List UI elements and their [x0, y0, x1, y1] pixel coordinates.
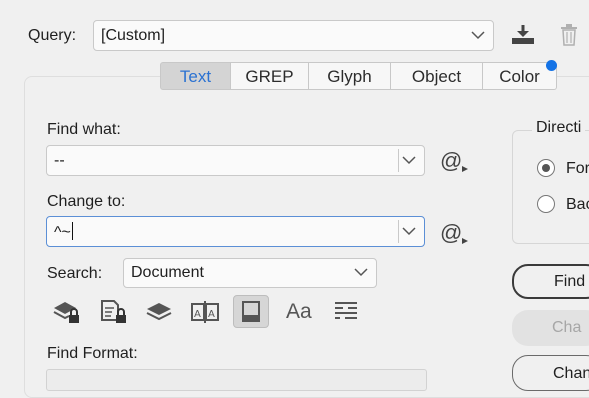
change-to-value: ^~: [54, 221, 73, 241]
whole-word-icon[interactable]: [334, 301, 358, 328]
tab-bar: Text GREP Glyph Object Color: [160, 62, 557, 90]
tab-text[interactable]: Text: [160, 62, 231, 90]
at-symbol: @: [440, 148, 463, 173]
direction-forward-label: For: [566, 160, 589, 177]
locked-stories-icon[interactable]: [100, 300, 128, 329]
find-button[interactable]: Find: [512, 264, 589, 299]
footnotes-icon[interactable]: [233, 295, 269, 328]
query-dropdown[interactable]: [Custom]: [93, 20, 494, 51]
chevron-down-icon: [354, 264, 368, 282]
direction-backward-label: Bac: [566, 196, 589, 213]
svg-text:A: A: [208, 309, 215, 320]
direction-group: [512, 130, 589, 244]
search-scope-value: Document: [131, 264, 204, 281]
change-to-field[interactable]: ^~: [46, 216, 425, 247]
find-what-label: Find what:: [47, 121, 121, 138]
divider: [398, 220, 399, 243]
svg-text:A: A: [194, 309, 201, 320]
hidden-layers-icon[interactable]: [146, 302, 172, 327]
direction-backward-radio[interactable]: [537, 195, 555, 213]
trash-icon[interactable]: [560, 24, 578, 51]
divider: [398, 149, 399, 172]
chevron-down-icon[interactable]: [402, 223, 416, 241]
tab-grep[interactable]: GREP: [231, 62, 309, 90]
locked-layers-icon[interactable]: [53, 300, 81, 329]
case-sensitive-icon[interactable]: Aa: [286, 300, 312, 324]
change-button-label: Cha: [552, 319, 582, 336]
change-button[interactable]: Cha: [512, 310, 589, 346]
find-button-label: Find: [554, 272, 586, 290]
query-value: [Custom]: [101, 26, 166, 44]
find-what-value: --: [54, 151, 65, 169]
tab-glyph[interactable]: Glyph: [309, 62, 391, 90]
chevron-down-icon[interactable]: [402, 152, 416, 170]
tab-object[interactable]: Object: [391, 62, 483, 90]
change-all-button[interactable]: Chan: [512, 355, 589, 391]
special-characters-find-icon[interactable]: @: [440, 148, 469, 174]
master-pages-icon[interactable]: A A: [191, 300, 219, 329]
chevron-down-icon: [471, 27, 485, 45]
search-scope-dropdown[interactable]: Document: [123, 258, 377, 288]
find-format-box[interactable]: [46, 369, 427, 391]
find-what-field[interactable]: --: [46, 145, 425, 176]
search-label: Search:: [47, 265, 103, 282]
change-to-label: Change to:: [47, 193, 126, 210]
query-label: Query:: [28, 27, 77, 44]
at-symbol: @: [440, 220, 463, 245]
notification-dot: [546, 60, 557, 71]
direction-forward-radio[interactable]: [537, 159, 555, 177]
find-format-label: Find Format:: [47, 345, 138, 362]
special-characters-change-icon[interactable]: @: [440, 220, 469, 246]
change-all-button-label: Chan: [553, 365, 589, 382]
direction-title: Directi: [532, 119, 586, 137]
download-icon[interactable]: [510, 24, 536, 51]
